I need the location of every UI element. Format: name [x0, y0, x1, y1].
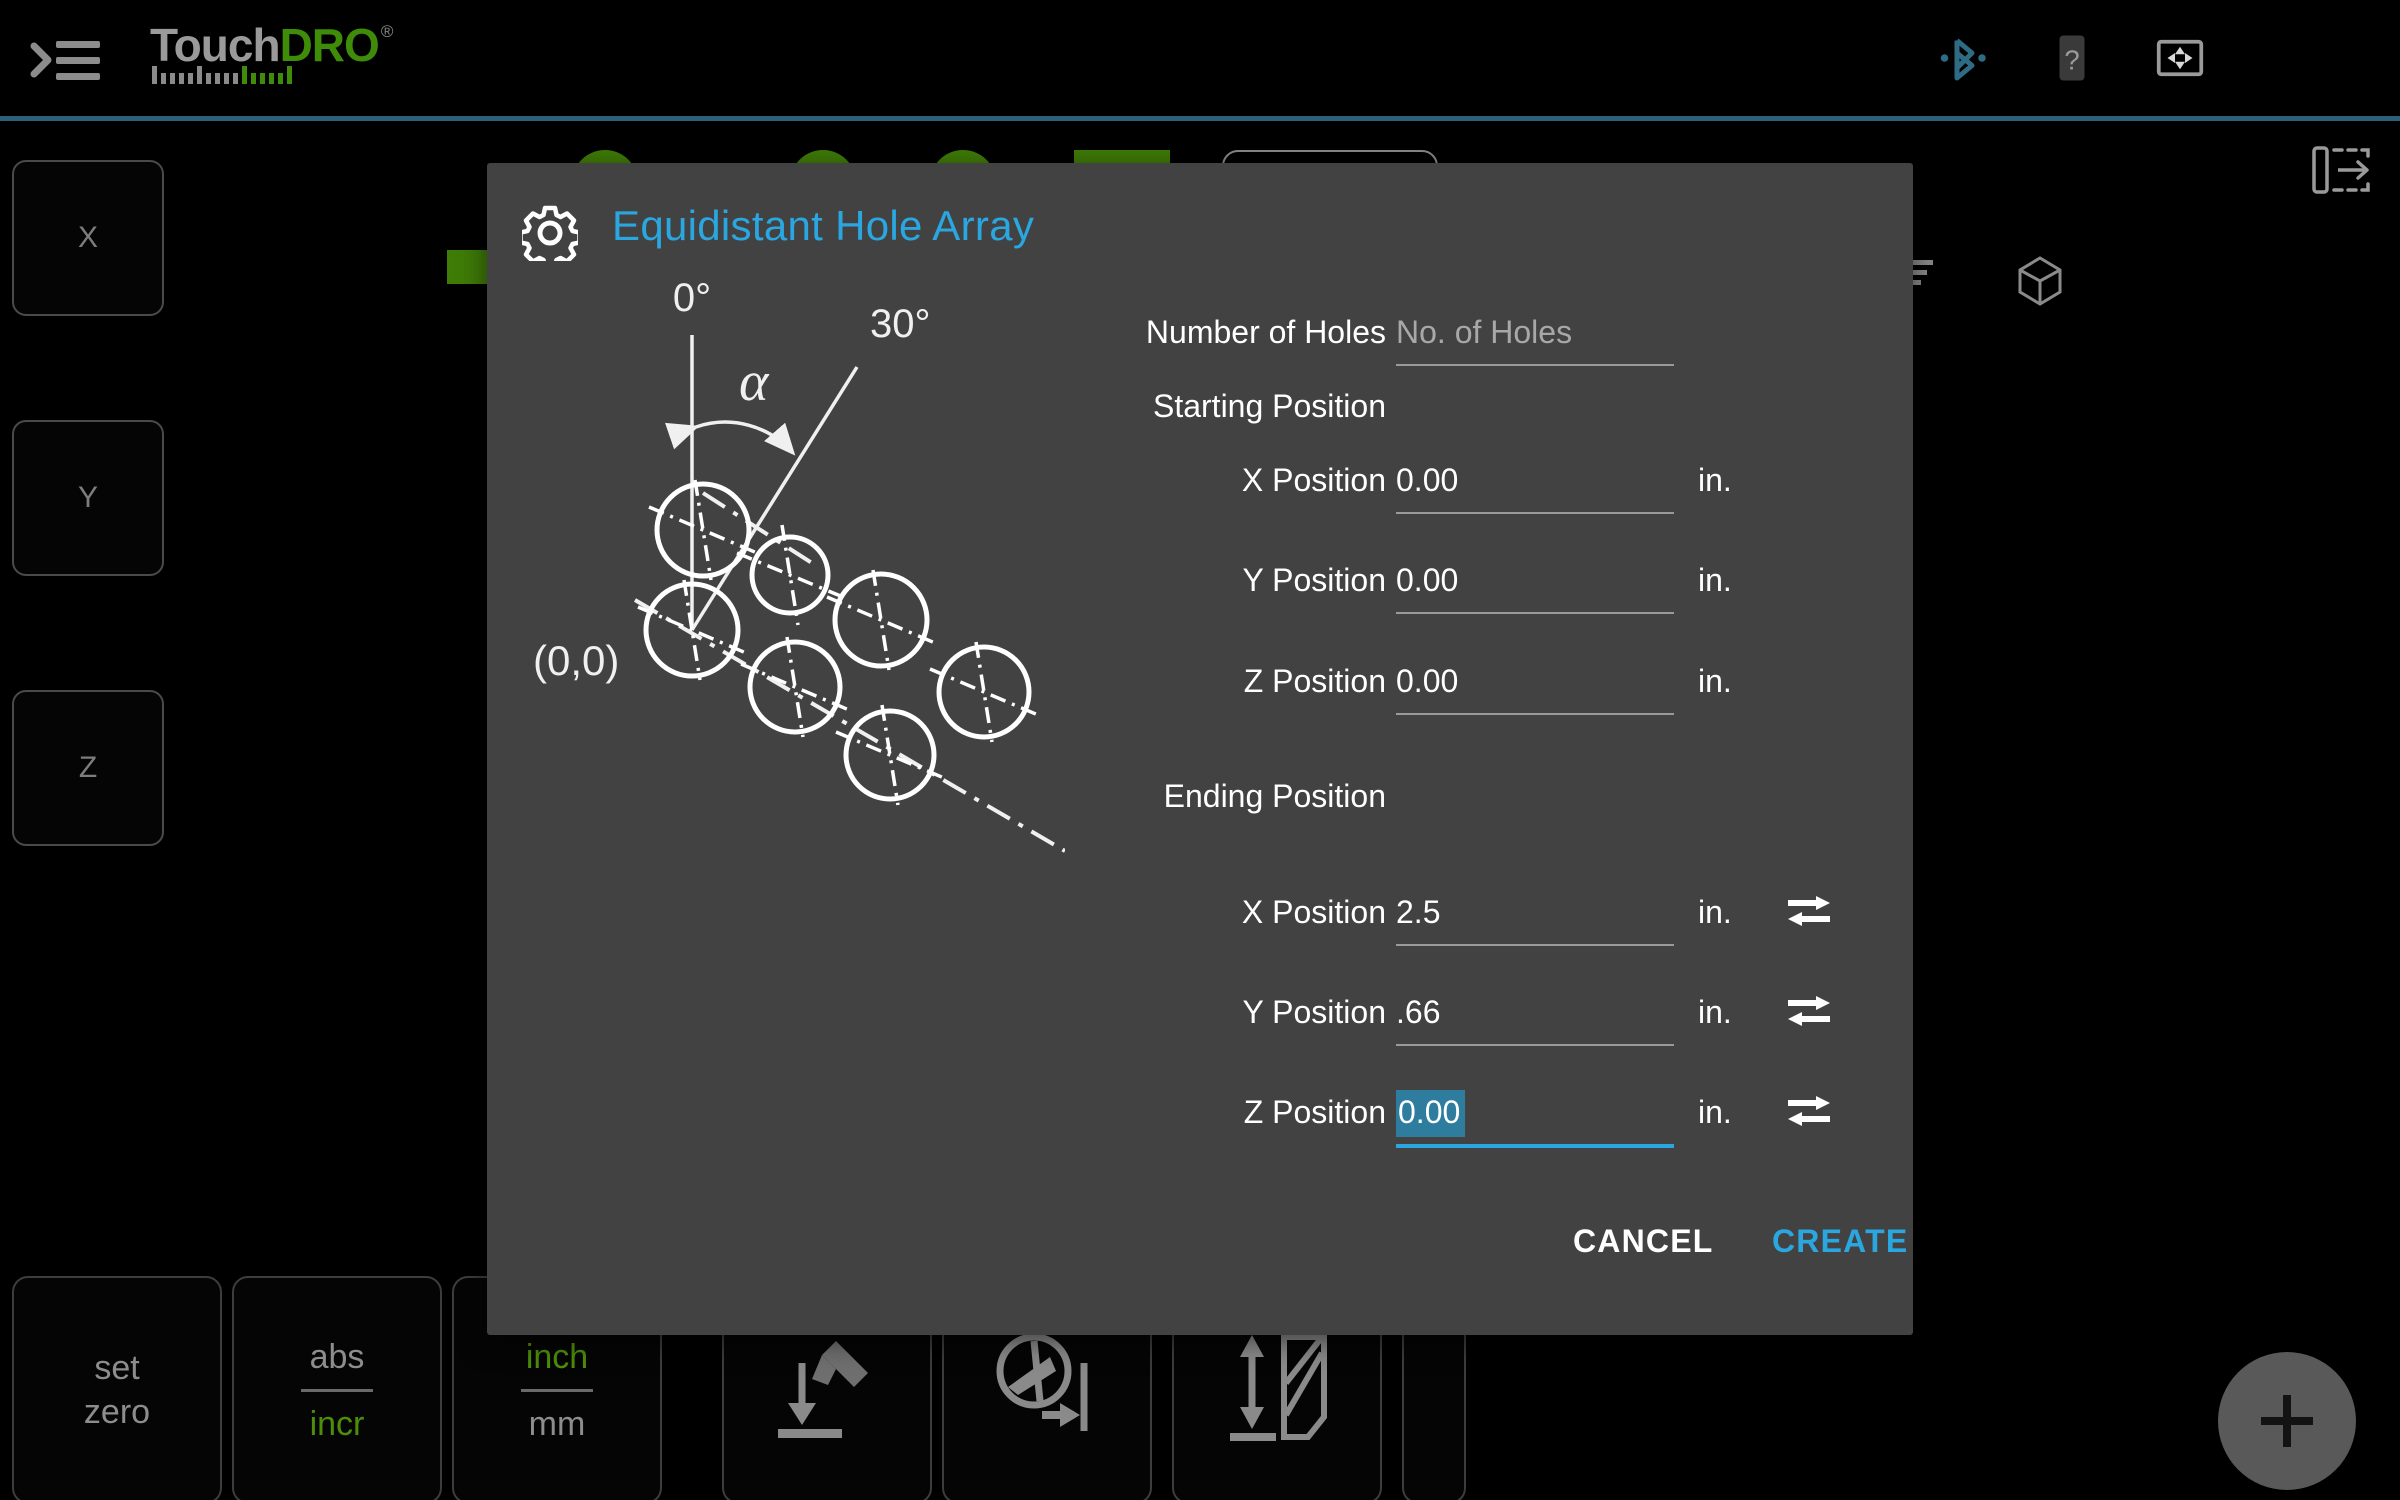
end-z-position-selected-text: 0.00 — [1396, 1092, 1463, 1134]
end-y-position-input[interactable]: .66 — [1396, 990, 1674, 1046]
hamburger-menu-icon[interactable] — [30, 38, 100, 82]
start-x-position-label: X Position — [1241, 462, 1386, 498]
top-app-bar: Touch DRO ® ? — [0, 0, 2400, 116]
svg-text:(0,0): (0,0) — [533, 637, 619, 684]
number-of-holes-input[interactable]: No. of Holes — [1396, 310, 1674, 366]
starting-position-section-label: Starting Position — [1152, 388, 1386, 424]
divider — [521, 1388, 593, 1392]
svg-text:30°: 30° — [870, 302, 931, 346]
axis-button-z[interactable]: Z — [12, 690, 164, 846]
tool-edge-find-icon — [982, 1323, 1112, 1458]
end-y-position-unit: in. — [1698, 994, 1732, 1030]
ending-position-section-label: Ending Position — [1163, 778, 1386, 814]
end-x-position-unit: in. — [1698, 894, 1732, 930]
abs-incr-toggle-button[interactable]: abs incr — [232, 1276, 442, 1500]
end-x-position-input[interactable]: 2.5 — [1396, 890, 1674, 946]
mm-label: mm — [528, 1404, 586, 1443]
axis-label-x: X — [77, 221, 98, 254]
app-root: Touch DRO ® ? X Y Z set zero abs incr in… — [0, 0, 2400, 1500]
logo-registered-mark: ® — [380, 22, 394, 41]
gear-settings-icon — [518, 205, 582, 270]
start-y-position-unit: in. — [1698, 562, 1732, 598]
axis-button-y[interactable]: Y — [12, 420, 164, 576]
set-zero-line2: zero — [83, 1393, 151, 1431]
logo-ruler-ticks — [152, 66, 292, 84]
start-z-position-unit: in. — [1698, 663, 1732, 699]
start-z-position-input[interactable]: 0.00 — [1396, 659, 1674, 715]
axis-label-y: Y — [77, 481, 98, 514]
swap-arrows-icon[interactable] — [1786, 1094, 1830, 1128]
end-z-position-unit: in. — [1698, 1094, 1732, 1130]
start-x-position-input[interactable]: 0.00 — [1396, 458, 1674, 514]
create-button[interactable]: CREATE — [1766, 1222, 1914, 1261]
start-y-position-label: Y Position — [1242, 562, 1387, 598]
add-fab-button[interactable] — [2218, 1352, 2356, 1490]
start-x-position-unit: in. — [1698, 462, 1732, 498]
device-help-icon[interactable]: ? — [2042, 28, 2102, 88]
cancel-button[interactable]: CANCEL — [1567, 1222, 1720, 1261]
end-z-position-input[interactable]: 0.00 — [1396, 1090, 1674, 1148]
tool-height-icon — [1212, 1323, 1342, 1458]
panel-expand-right-icon[interactable] — [2310, 140, 2376, 211]
incr-label: incr — [309, 1404, 365, 1443]
tool-probe-down-icon — [762, 1323, 892, 1458]
logo-touch-text: Touch — [150, 19, 281, 71]
abs-label: abs — [309, 1337, 365, 1376]
cube-3d-icon[interactable] — [2010, 250, 2070, 315]
hole-array-diagram: 0° 30° α (0,0) — [525, 275, 1067, 860]
fullscreen-icon[interactable] — [2150, 28, 2210, 88]
set-zero-button[interactable]: set zero — [12, 1276, 222, 1500]
axis-button-x[interactable]: X — [12, 160, 164, 316]
svg-text:0°: 0° — [673, 276, 711, 320]
bluetooth-icon[interactable] — [1932, 28, 1992, 88]
svg-text:α: α — [739, 351, 770, 413]
topbar-divider — [0, 116, 2400, 121]
number-of-holes-label: Number of Holes — [1145, 314, 1386, 350]
end-z-position-label: Z Position — [1243, 1094, 1386, 1130]
logo-dro-text: DRO — [279, 19, 380, 71]
inch-label: inch — [525, 1337, 589, 1376]
start-y-position-input[interactable]: 0.00 — [1396, 558, 1674, 614]
axis-label-z: Z — [78, 751, 98, 784]
svg-text:?: ? — [2064, 44, 2079, 75]
set-zero-line1: set — [94, 1349, 140, 1387]
end-y-position-label: Y Position — [1242, 994, 1387, 1030]
end-x-position-label: X Position — [1241, 894, 1386, 930]
start-z-position-label: Z Position — [1243, 663, 1386, 699]
dialog-title: Equidistant Hole Array — [612, 202, 1035, 249]
divider — [301, 1388, 373, 1392]
swap-arrows-icon[interactable] — [1786, 994, 1830, 1028]
swap-arrows-icon[interactable] — [1786, 894, 1830, 928]
